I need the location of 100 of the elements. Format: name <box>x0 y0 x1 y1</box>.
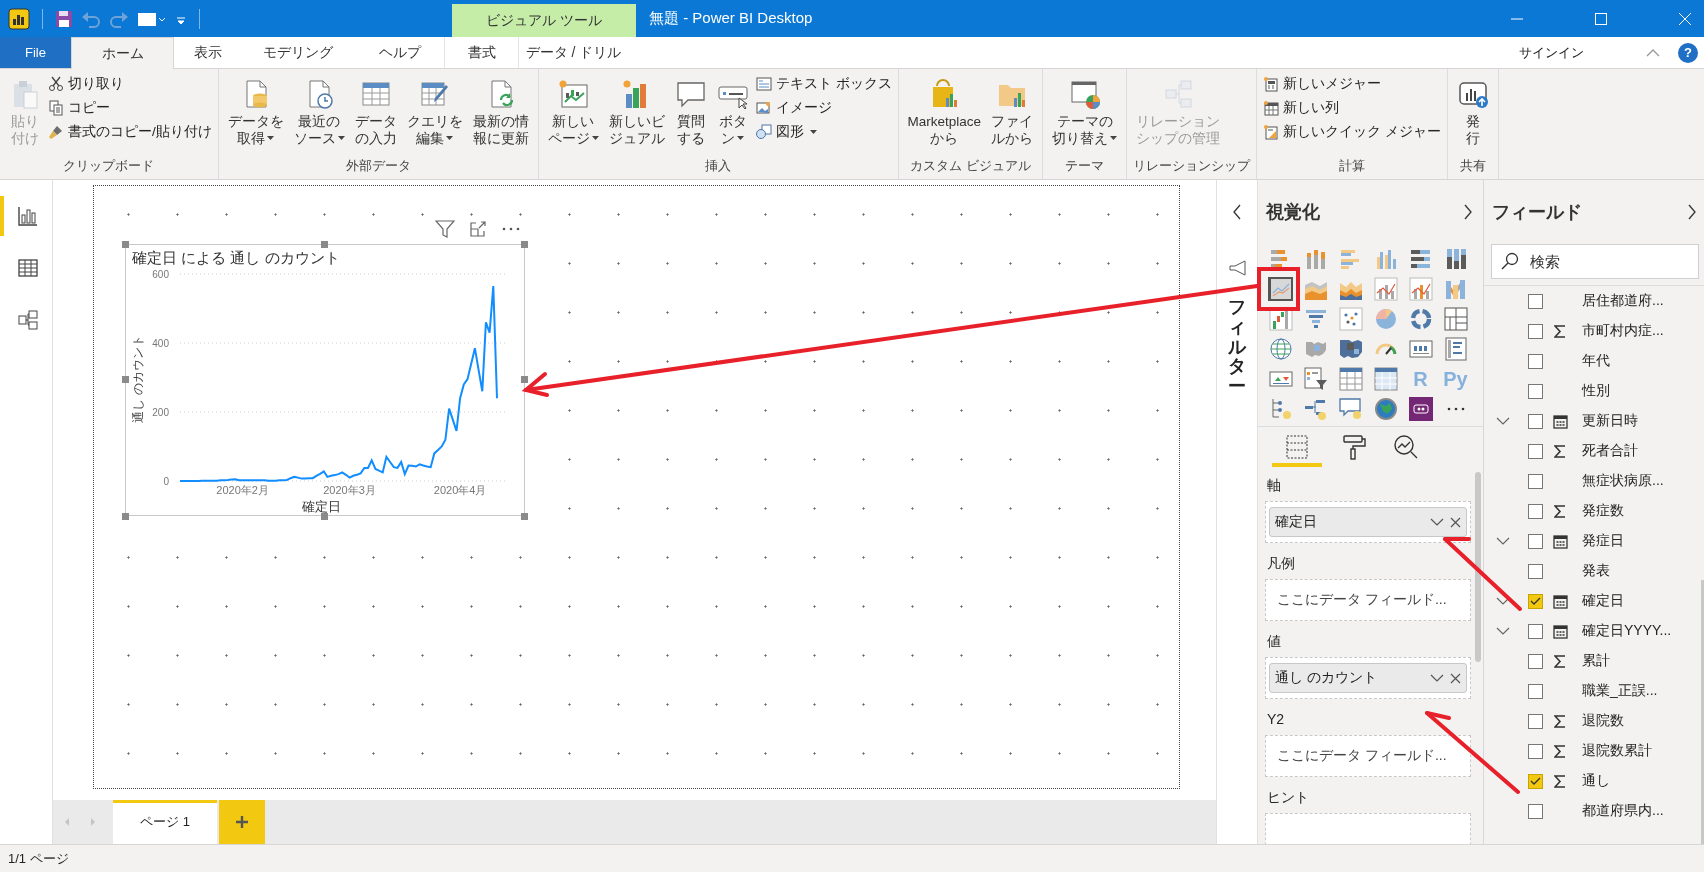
field-label[interactable]: 確定日YYYY... <box>1582 622 1672 640</box>
ribbon-button[interactable]: コピー <box>48 97 212 119</box>
checkbox[interactable] <box>1528 653 1543 669</box>
ribbon-button[interactable]: 新しい列 <box>1263 97 1441 119</box>
more-options-icon[interactable] <box>1445 406 1466 412</box>
resize-handle[interactable] <box>521 241 528 248</box>
chevron-down-icon[interactable] <box>1496 596 1510 606</box>
field-label[interactable]: 死者合計 <box>1582 442 1638 460</box>
field-label[interactable]: 市町村内症... <box>1582 322 1664 340</box>
field-label[interactable]: 居住都道府... <box>1582 292 1664 310</box>
field-label[interactable]: 発表 <box>1582 562 1610 580</box>
field-label[interactable]: 性別 <box>1582 382 1610 400</box>
filter-icon[interactable] <box>435 220 455 238</box>
field-pill[interactable]: 通し のカウント <box>1269 663 1467 693</box>
ribbon-button[interactable]: 新しいビ ジュアル <box>605 73 668 157</box>
checkbox[interactable] <box>1528 803 1543 819</box>
ribbon-button[interactable]: ファイ ルから <box>988 73 1037 157</box>
add-page-button[interactable] <box>219 800 265 844</box>
checkbox[interactable] <box>1528 383 1543 399</box>
chevron-right-icon[interactable] <box>1687 204 1697 220</box>
chevron-down-icon[interactable] <box>1496 536 1510 546</box>
ribbon-tab[interactable]: 書式 <box>444 37 518 68</box>
field-pill[interactable]: 確定日 <box>1269 507 1467 537</box>
checkbox[interactable] <box>1528 623 1543 639</box>
ribbon-button[interactable]: 最新の情 報に更新 <box>469 73 532 157</box>
chevron-down-icon[interactable] <box>1430 673 1444 683</box>
resize-handle[interactable] <box>321 513 328 520</box>
checkbox[interactable] <box>1528 413 1543 429</box>
ribbon-button[interactable]: 発 行 <box>1453 73 1492 157</box>
resize-handle[interactable] <box>521 513 528 520</box>
search-field[interactable]: 検索 <box>1491 244 1699 279</box>
checkbox[interactable] <box>1528 353 1543 369</box>
checkbox[interactable] <box>1528 683 1543 699</box>
chevron-right-icon[interactable] <box>1463 204 1473 220</box>
ribbon-button[interactable]: 新しいクイック メジャー <box>1263 121 1441 143</box>
checkbox[interactable] <box>1528 743 1543 759</box>
resize-handle[interactable] <box>122 376 129 383</box>
ribbon-button[interactable]: 質問 する <box>671 73 710 157</box>
checkbox[interactable] <box>1528 773 1543 789</box>
chevron-down-icon[interactable] <box>1430 517 1444 527</box>
checkbox[interactable] <box>1528 323 1543 339</box>
ribbon-button[interactable]: Marketplace から <box>904 73 985 157</box>
field-label[interactable]: 更新日時 <box>1582 412 1638 430</box>
ribbon-button[interactable]: 切り取り <box>48 73 212 95</box>
remove-icon[interactable] <box>1450 672 1461 684</box>
ribbon-button[interactable]: 図形 <box>755 121 892 143</box>
close-icon[interactable] <box>1678 11 1692 26</box>
ribbon-button[interactable]: 書式のコピー/貼り付け <box>48 121 212 143</box>
field-well[interactable]: 確定日 <box>1265 501 1471 543</box>
field-well[interactable]: 通し のカウント <box>1265 657 1471 699</box>
field-label[interactable]: 退院数 <box>1582 712 1624 730</box>
ribbon-button[interactable]: イメージ <box>755 97 892 119</box>
ribbon-button[interactable]: 最近の ソース <box>290 73 348 157</box>
field-label[interactable]: 無症状病原... <box>1582 472 1664 490</box>
ribbon-tab[interactable]: 表示 <box>174 37 241 68</box>
field-label[interactable]: 職業_正誤... <box>1582 682 1658 700</box>
field-label[interactable]: 確定日 <box>1582 592 1624 610</box>
focus-mode-icon[interactable] <box>469 220 487 238</box>
collapse-icon[interactable] <box>1646 47 1660 58</box>
checkbox[interactable] <box>1528 593 1543 609</box>
chevron-down-icon[interactable] <box>1496 626 1510 636</box>
ribbon-button[interactable]: ボタ ン <box>713 73 752 157</box>
visual-type-button[interactable] <box>1268 277 1293 301</box>
field-label[interactable]: 発症日 <box>1582 532 1624 550</box>
resize-handle[interactable] <box>521 376 528 383</box>
field-well[interactable]: ここにデータ フィールド... <box>1265 735 1471 777</box>
checkbox[interactable] <box>1528 293 1543 309</box>
ribbon-tab[interactable]: File <box>0 37 71 68</box>
ribbon-tab[interactable]: ホーム <box>71 37 174 69</box>
ribbon-button[interactable]: データを 取得 <box>224 73 287 157</box>
field-well[interactable] <box>1265 813 1471 844</box>
resize-handle[interactable] <box>122 513 129 520</box>
field-label[interactable]: 累計 <box>1582 652 1610 670</box>
maximize-icon[interactable] <box>1594 11 1608 26</box>
ribbon-tab[interactable]: データ / ドリル <box>518 37 628 68</box>
checkbox[interactable] <box>1528 563 1543 579</box>
checkbox[interactable] <box>1528 473 1543 489</box>
chevron-down-icon[interactable] <box>1496 416 1510 426</box>
ribbon-button[interactable]: データ の入力 <box>351 73 400 157</box>
page-tab[interactable]: ページ 1 <box>113 800 217 844</box>
sign-in-link[interactable]: サインイン <box>1519 43 1584 62</box>
field-label[interactable]: 年代 <box>1582 352 1610 370</box>
field-label[interactable]: 退院数累計 <box>1582 742 1652 760</box>
ribbon-button[interactable]: 新しい ページ <box>544 73 602 157</box>
ribbon-button[interactable]: テキスト ボックス <box>755 73 892 95</box>
save-icon[interactable] <box>55 9 73 28</box>
scrollbar[interactable] <box>1475 472 1481 662</box>
ribbon-button[interactable]: 新しいメジャー <box>1263 73 1441 95</box>
resize-handle[interactable] <box>321 241 328 248</box>
field-label[interactable]: 都道府県内... <box>1582 802 1664 820</box>
filters-pane-label[interactable]: フィルター <box>1228 298 1246 397</box>
remove-icon[interactable] <box>1450 516 1461 528</box>
checkbox[interactable] <box>1528 443 1543 459</box>
resize-handle[interactable] <box>122 241 129 248</box>
help-button[interactable]: ? <box>1678 42 1698 63</box>
field-well[interactable]: ここにデータ フィールド... <box>1265 579 1471 621</box>
checkbox[interactable] <box>1528 503 1543 519</box>
ribbon-tab[interactable]: モデリング <box>241 37 355 68</box>
ribbon-tab[interactable]: ヘルプ <box>355 37 444 68</box>
field-label[interactable]: 発症数 <box>1582 502 1624 520</box>
